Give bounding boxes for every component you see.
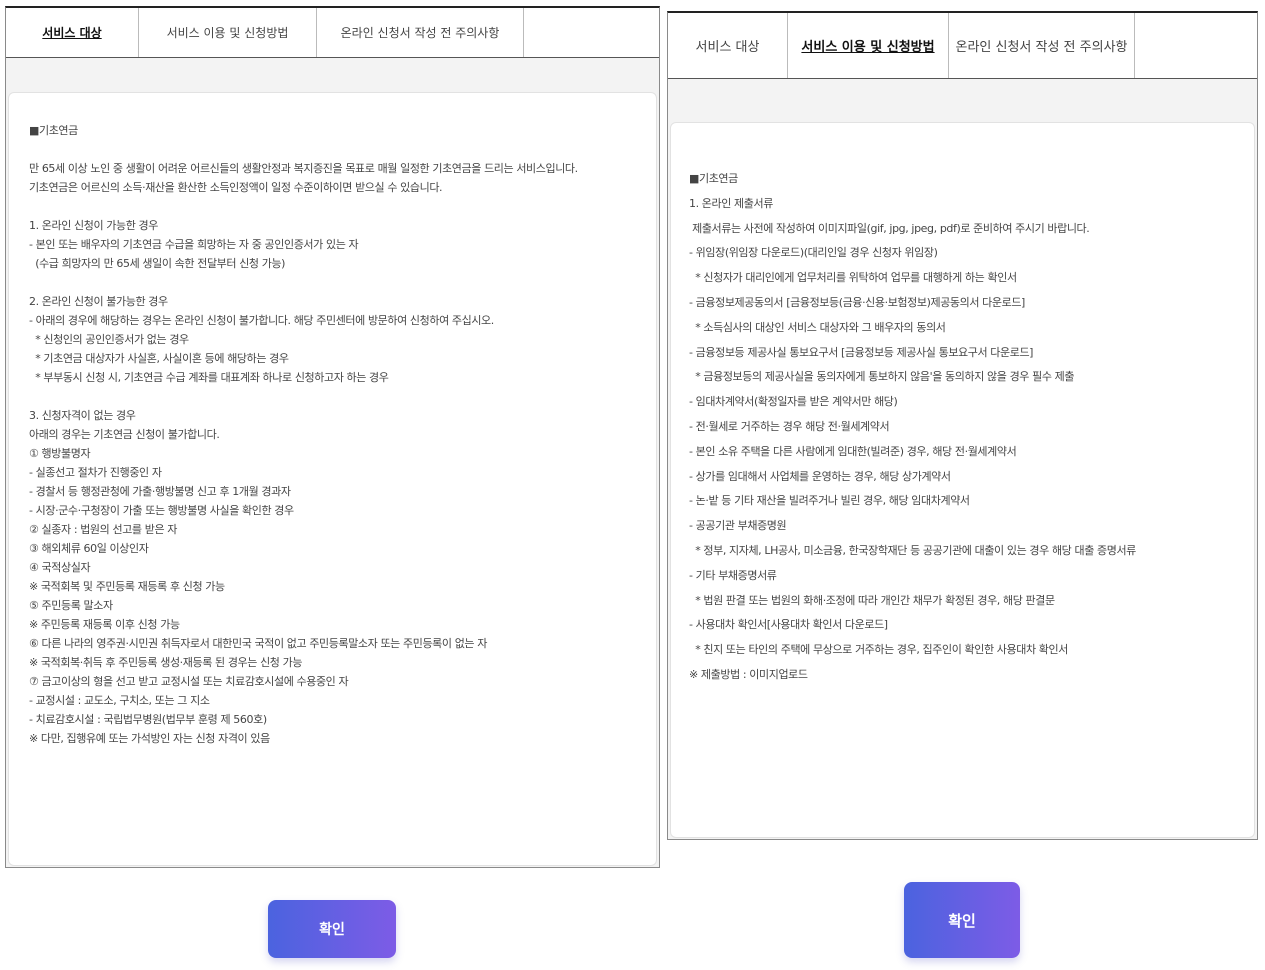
- content-line: - 경찰서 등 행정관청에 가출·행방불명 신고 후 1개월 경과자: [29, 485, 291, 498]
- left-tab-bar-filler: [524, 8, 659, 57]
- right-dialog-panel: 서비스 대상 서비스 이용 및 신청방법 온라인 신청서 작성 전 주의사항 ■…: [667, 11, 1258, 840]
- content-line: - 상가를 임대해서 사업체를 운영하는 경우, 해당 상가계약서: [689, 469, 951, 483]
- content-line: ① 행방불명자: [29, 447, 91, 460]
- content-line: 아래의 경우는 기초연금 신청이 불가합니다.: [29, 428, 220, 441]
- left-confirm-button[interactable]: 확인: [268, 900, 396, 958]
- right-tab-bar-filler: [1135, 13, 1257, 78]
- content-line: ③ 해외체류 60일 이상인자: [29, 542, 149, 555]
- content-line: ■기초연금: [689, 172, 738, 185]
- content-line: * 정부, 지자체, LH공사, 미소금융, 한국장학재단 등 공공기관에 대출…: [689, 543, 1136, 557]
- content-line: ※ 국적회복 및 주민등록 재등록 후 신청 가능: [29, 580, 225, 593]
- content-line: * 친지 또는 타인의 주택에 무상으로 거주하는 경우, 집주인이 확인한 사…: [689, 643, 1068, 657]
- content-line: [29, 387, 636, 406]
- right-tab-service-target[interactable]: 서비스 대상: [668, 13, 788, 78]
- content-line: - 전·월세로 거주하는 경우 해당 전·월세계약서: [689, 419, 890, 433]
- content-line: [29, 140, 636, 159]
- content-line: 1. 온라인 제출서류: [689, 196, 773, 210]
- left-content-box: ■기초연금 만 65세 이상 노인 중 생활이 어려운 어르신들의 생활안정과 …: [8, 92, 657, 866]
- content-line: ⑥ 다른 나라의 영주권·시민권 취득자로서 대한민국 국적이 없고 주민등록말…: [29, 637, 487, 650]
- content-line: ※ 주민등록 재등록 이후 신청 가능: [29, 618, 180, 631]
- right-content-box: ■기초연금 1. 온라인 제출서류 제출서류는 사전에 작성하여 이미지파일(gi…: [670, 122, 1255, 838]
- content-line: - 교정시설 : 교도소, 구치소, 또는 그 지소: [29, 694, 210, 707]
- content-line: - 시장·군수·구청장이 가출 또는 행방불명 사실을 확인한 경우: [29, 504, 294, 517]
- content-line: - 임대차계약서(확정일자를 받은 계약서만 해당): [689, 395, 898, 409]
- content-line: - 본인 또는 배우자의 기초연금 수급을 희망하는 자 중 공인인증서가 있는…: [29, 238, 359, 251]
- content-line: 3. 신청자격이 없는 경우: [29, 409, 136, 422]
- left-dialog-panel: 서비스 대상 서비스 이용 및 신청방법 온라인 신청서 작성 전 주의사항 ■…: [5, 6, 660, 868]
- right-tab-precautions[interactable]: 온라인 신청서 작성 전 주의사항: [949, 13, 1135, 78]
- right-tab-bar: 서비스 대상 서비스 이용 및 신청방법 온라인 신청서 작성 전 주의사항: [668, 13, 1257, 79]
- content-line: 만 65세 이상 노인 중 생활이 어려운 어르신들의 생활안정과 복지증진을 …: [29, 162, 578, 175]
- content-line: (수급 희망자의 만 65세 생일이 속한 전달부터 신청 가능): [29, 257, 286, 270]
- left-tab-bar: 서비스 대상 서비스 이용 및 신청방법 온라인 신청서 작성 전 주의사항: [6, 8, 659, 58]
- left-tab-usage-and-application[interactable]: 서비스 이용 및 신청방법: [139, 8, 317, 57]
- content-line: - 본인 소유 주택을 다른 사람에게 임대한(빌려준) 경우, 해당 전·월세…: [689, 444, 1017, 458]
- left-tab-precautions[interactable]: 온라인 신청서 작성 전 주의사항: [317, 8, 524, 57]
- content-line: * 신청자가 대리인에게 업무처리를 위탁하여 업무를 대행하게 하는 확인서: [689, 271, 1017, 285]
- content-line: - 금융정보제공동의서 [금융정보등(금융·신용·보험정보)제공동의서 다운로드…: [689, 295, 1025, 309]
- right-tab-usage-and-application[interactable]: 서비스 이용 및 신청방법: [788, 13, 949, 78]
- content-line: ⑦ 금고이상의 형을 선고 받고 교정시설 또는 치료감호시설에 수용중인 자: [29, 675, 349, 688]
- content-line: ※ 국적회복·취득 후 주민등록 생성·재등록 된 경우는 신청 가능: [29, 656, 303, 669]
- content-line: ※ 제출방법 : 이미지업로드: [689, 667, 808, 681]
- content-line: ※ 다만, 집행유예 또는 가석방인 자는 신청 자격이 있음: [29, 732, 270, 745]
- content-line: * 기초연금 대상자가 사실혼, 사실이혼 등에 해당하는 경우: [29, 352, 289, 365]
- content-line: - 기타 부채증명서류: [689, 568, 777, 582]
- content-line: ■기초연금: [29, 124, 78, 137]
- content-line: [29, 273, 636, 292]
- left-tab-service-target[interactable]: 서비스 대상: [6, 8, 139, 57]
- content-line: - 실종선고 절차가 진행중인 자: [29, 466, 162, 479]
- content-line: ② 실종자 : 법원의 선고를 받은 자: [29, 523, 177, 536]
- content-line: - 치료감호시설 : 국립법무병원(법무부 훈령 제 560호): [29, 713, 267, 726]
- content-line: ⑤ 주민등록 말소자: [29, 599, 113, 612]
- content-line: - 위임장(위임장 다운로드)(대리인일 경우 신청자 위임장): [689, 246, 938, 260]
- content-line: - 아래의 경우에 해당하는 경우는 온라인 신청이 불가합니다. 해당 주민센…: [29, 314, 494, 327]
- content-line: 제출서류는 사전에 작성하여 이미지파일(gif, jpg, jpeg, pdf…: [689, 221, 1090, 235]
- content-line: * 법원 판결 또는 법원의 화해·조정에 따라 개인간 채무가 확정된 경우,…: [689, 593, 1055, 607]
- content-line: 1. 온라인 신청이 가능한 경우: [29, 219, 159, 232]
- content-line: - 논·밭 등 기타 재산을 빌려주거나 빌린 경우, 해당 임대차계약서: [689, 494, 970, 508]
- content-line: * 신청인의 공인인증서가 없는 경우: [29, 333, 189, 346]
- content-line: 기초연금은 어르신의 소득·재산을 환산한 소득인정액이 일정 수준이하이면 받…: [29, 181, 443, 194]
- content-line: * 부부동시 신청 시, 기초연금 수급 계좌를 대표계좌 하나로 신청하고자 …: [29, 371, 389, 384]
- content-line: * 소득심사의 대상인 서비스 대상자와 그 배우자의 동의서: [689, 320, 946, 334]
- right-confirm-button[interactable]: 확인: [904, 882, 1020, 958]
- content-line: - 사용대차 확인서[사용대차 확인서 다운로드]: [689, 618, 888, 632]
- content-line: - 금융정보등 제공사실 통보요구서 [금융정보등 제공사실 통보요구서 다운로…: [689, 345, 1034, 359]
- content-line: 2. 온라인 신청이 불가능한 경우: [29, 295, 168, 308]
- content-line: - 공공기관 부채증명원: [689, 519, 787, 533]
- content-line: [29, 197, 636, 216]
- content-line: * 금융정보등의 제공사실을 동의자에게 통보하지 않음'을 동의하지 않을 경…: [689, 370, 1075, 384]
- content-line: ④ 국적상실자: [29, 561, 91, 574]
